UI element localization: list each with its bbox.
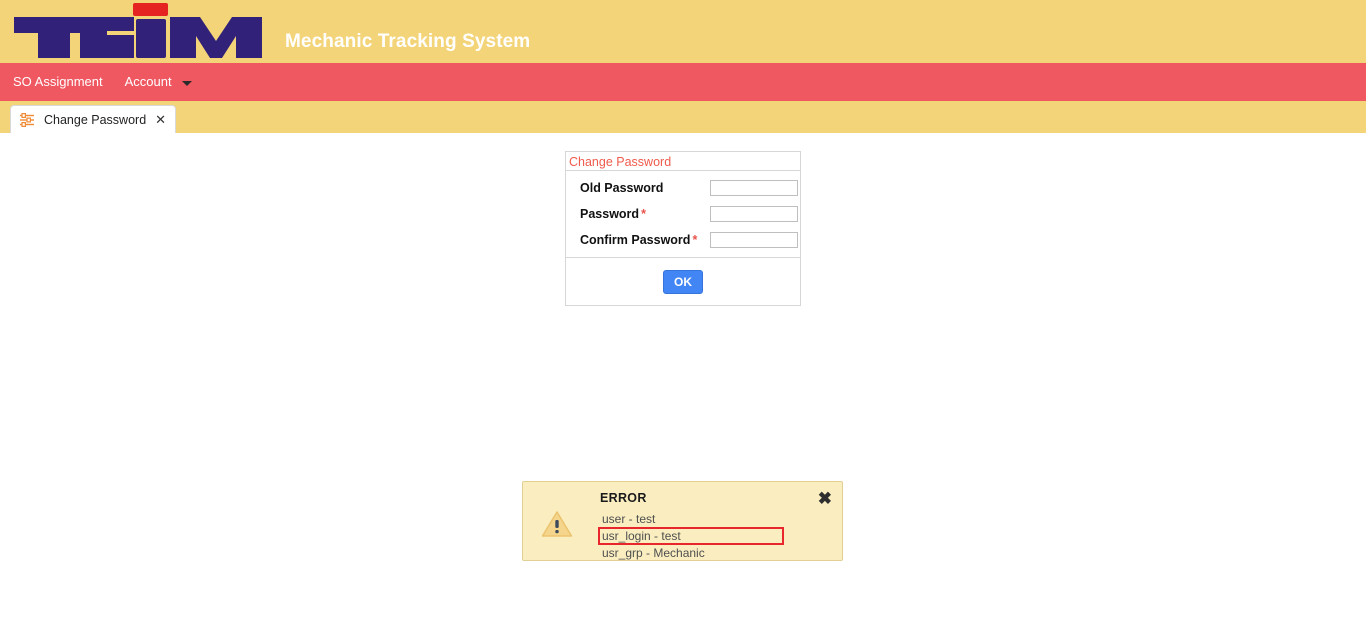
app-header: Mechanic Tracking System <box>0 0 1366 63</box>
change-password-panel: Change Password Old Password Password * C… <box>565 151 801 306</box>
panel-header: Change Password <box>566 152 800 171</box>
panel-footer: OK <box>566 258 800 305</box>
page-title: Mechanic Tracking System <box>285 31 531 52</box>
error-message-box: ✖ ERROR user - test usr_login - test usr… <box>522 481 843 561</box>
close-icon[interactable]: ✖ <box>818 490 832 507</box>
password-input[interactable] <box>710 206 798 222</box>
panel-title: Change Password <box>569 155 672 169</box>
chevron-down-icon <box>181 80 192 86</box>
old-password-label: Old Password <box>580 181 710 195</box>
error-line: usr_grp - Mechanic <box>602 546 705 560</box>
warning-triangle-icon <box>541 511 573 537</box>
error-title: ERROR <box>600 491 647 505</box>
password-label-text: Password <box>580 207 640 221</box>
sliders-icon <box>20 112 34 127</box>
nav-item-account[interactable]: Account <box>125 63 192 101</box>
nav-item-so-assignment[interactable]: SO Assignment <box>13 63 103 101</box>
error-line: user - test <box>602 512 656 526</box>
ok-button[interactable]: OK <box>663 269 703 294</box>
tab-label: Change Password <box>44 112 147 127</box>
error-line-highlighted: usr_login - test <box>598 527 784 545</box>
form-row-old-password: Old Password <box>566 175 800 201</box>
required-marker: * <box>692 233 698 247</box>
tab-strip: Change Password ✕ <box>0 101 1366 133</box>
form-row-confirm-password: Confirm Password * <box>566 227 800 253</box>
nav-item-label: Account <box>124 74 172 89</box>
password-label: Password * <box>580 207 710 221</box>
required-marker: * <box>641 207 646 221</box>
tab-change-password[interactable]: Change Password ✕ <box>10 105 177 133</box>
content-area: Change Password Old Password Password * C… <box>0 133 1366 625</box>
teim-logo <box>14 3 262 58</box>
old-password-label-text: Old Password <box>580 181 664 195</box>
confirm-password-input[interactable] <box>710 232 798 248</box>
close-icon[interactable]: ✕ <box>155 113 166 126</box>
nav-item-label: SO Assignment <box>13 74 103 89</box>
old-password-input[interactable] <box>710 180 798 196</box>
main-navigation: SO Assignment Account <box>0 63 1366 101</box>
form-row-password: Password * <box>566 201 800 227</box>
confirm-password-label: Confirm Password * <box>580 233 710 247</box>
error-detail-list: user - test usr_login - test usr_grp - M… <box>598 511 830 561</box>
panel-body: Old Password Password * Confirm Password * <box>566 171 800 258</box>
confirm-password-label-text: Confirm Password <box>580 233 691 247</box>
